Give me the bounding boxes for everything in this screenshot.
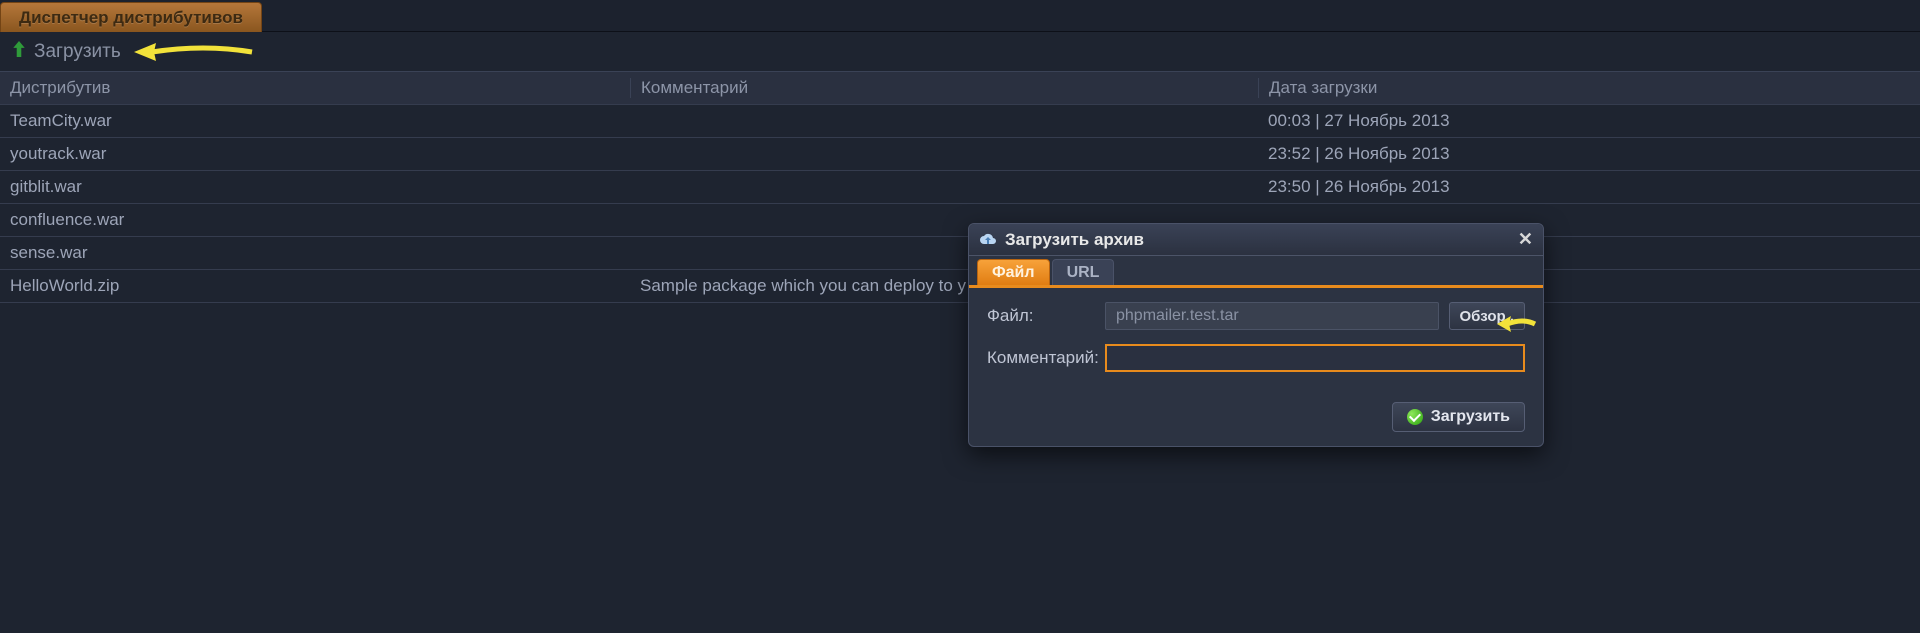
cell-date: 23:50 | 26 Ноябрь 2013 (1258, 177, 1920, 197)
dialog-footer: Загрузить (969, 402, 1543, 446)
upload-button-label: Загрузить (34, 41, 121, 63)
comment-row: Комментарий: (987, 344, 1525, 372)
deployment-table: Дистрибутив Комментарий Дата загрузки Te… (0, 72, 1920, 303)
cell-name: gitblit.war (0, 177, 630, 197)
dialog-title-text: Загрузить архив (1005, 230, 1144, 250)
cell-name: HelloWorld.zip (0, 276, 630, 296)
table-row[interactable]: youtrack.war 23:52 | 26 Ноябрь 2013 (0, 138, 1920, 171)
col-header-comment[interactable]: Комментарий (630, 78, 1258, 98)
submit-button-label: Загрузить (1431, 408, 1510, 426)
upload-button[interactable]: Загрузить (12, 41, 121, 63)
submit-upload-button[interactable]: Загрузить (1392, 402, 1525, 432)
dialog-titlebar[interactable]: Загрузить архив ✕ (969, 224, 1543, 256)
cell-name: youtrack.war (0, 144, 630, 164)
cell-date: 00:03 | 27 Ноябрь 2013 (1258, 111, 1920, 131)
dialog-body: Файл: phpmailer.test.tar Обзор.. Коммент… (969, 288, 1543, 402)
file-row: Файл: phpmailer.test.tar Обзор.. (987, 302, 1525, 330)
ok-check-icon (1407, 409, 1423, 425)
tab-deployment-manager[interactable]: Диспетчер дистрибутивов (0, 2, 262, 32)
toolbar: Загрузить (0, 32, 1920, 72)
table-row[interactable]: gitblit.war 23:50 | 26 Ноябрь 2013 (0, 171, 1920, 204)
tab-url[interactable]: URL (1052, 259, 1115, 285)
table-row[interactable]: confluence.war (0, 204, 1920, 237)
cell-date: 23:52 | 26 Ноябрь 2013 (1258, 144, 1920, 164)
file-label: Файл: (987, 306, 1105, 326)
cell-name: TeamCity.war (0, 111, 630, 131)
upload-archive-dialog: Загрузить архив ✕ Файл URL Файл: phpmail… (968, 223, 1544, 447)
cell-name: confluence.war (0, 210, 630, 230)
annotation-arrow-upload (134, 40, 254, 64)
col-header-name[interactable]: Дистрибутив (0, 78, 630, 98)
tab-url-label: URL (1067, 264, 1100, 282)
table-row[interactable]: sense.war (0, 237, 1920, 270)
cell-name: sense.war (0, 243, 630, 263)
tab-bar: Диспетчер дистрибутивов (0, 0, 1920, 32)
dialog-tabs: Файл URL (969, 256, 1543, 288)
table-row[interactable]: TeamCity.war 00:03 | 27 Ноябрь 2013 (0, 105, 1920, 138)
browse-button[interactable]: Обзор.. (1449, 302, 1525, 330)
table-header: Дистрибутив Комментарий Дата загрузки (0, 72, 1920, 105)
file-name-display: phpmailer.test.tar (1105, 302, 1439, 330)
col-header-date[interactable]: Дата загрузки (1258, 78, 1920, 98)
comment-label: Комментарий: (987, 348, 1105, 368)
tab-file[interactable]: Файл (977, 259, 1050, 285)
table-row[interactable]: HelloWorld.zip Sample package which you … (0, 270, 1920, 303)
tab-label: Диспетчер дистрибутивов (19, 8, 243, 28)
tab-file-label: Файл (992, 264, 1035, 282)
browse-button-label: Обзор.. (1460, 308, 1514, 325)
comment-input[interactable] (1105, 344, 1525, 372)
close-icon[interactable]: ✕ (1518, 229, 1533, 250)
cloud-upload-icon (979, 233, 997, 247)
upload-arrow-icon (12, 41, 26, 63)
